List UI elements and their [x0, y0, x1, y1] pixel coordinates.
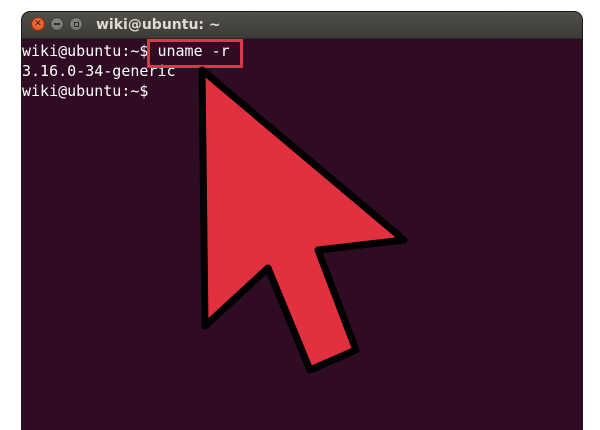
window-title: wiki@ubuntu: ~	[96, 17, 221, 33]
prompt-line: wiki@ubuntu:~$	[22, 82, 149, 100]
minimize-button[interactable]	[50, 17, 64, 31]
close-button[interactable]: ✕	[31, 17, 45, 31]
title-bar[interactable]: ✕ wiki@ubuntu: ~	[22, 12, 582, 39]
prompt: wiki@ubuntu:~$	[22, 42, 158, 60]
terminal-output[interactable]: wiki@ubuntu:~$ uname -r 3.16.0-34-generi…	[22, 39, 582, 430]
maximize-icon	[73, 21, 79, 27]
close-icon: ✕	[34, 18, 42, 29]
maximize-button[interactable]	[69, 17, 83, 31]
command-highlight-box	[147, 39, 243, 68]
screenshot-canvas: ✕ wiki@ubuntu: ~ wiki@ubuntu:~$ uname -r…	[0, 0, 600, 430]
minimize-icon	[54, 23, 60, 25]
terminal-window: ✕ wiki@ubuntu: ~ wiki@ubuntu:~$ uname -r…	[22, 12, 582, 430]
